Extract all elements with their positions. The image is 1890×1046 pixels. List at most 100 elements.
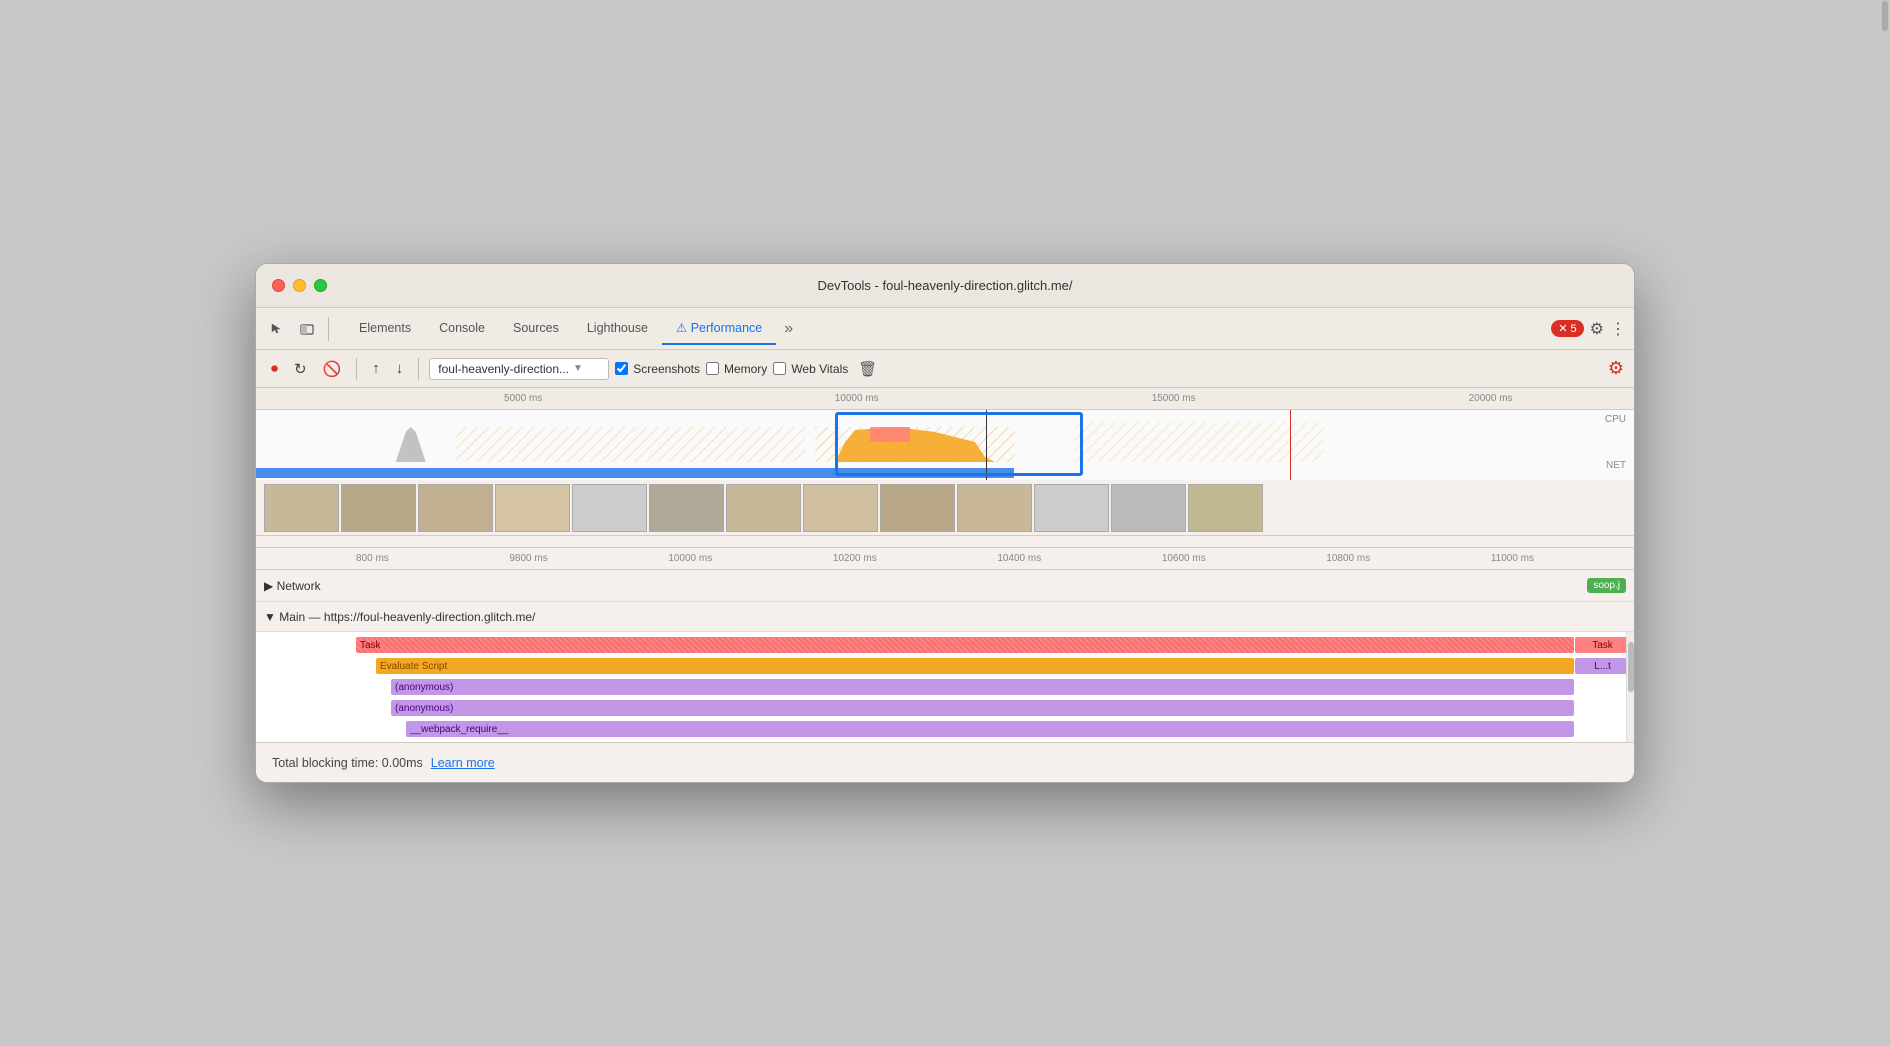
window-title: DevTools - foul-heavenly-direction.glitc… bbox=[817, 278, 1072, 293]
memory-toggle[interactable]: Memory bbox=[706, 362, 767, 376]
screenshot-thumb-13[interactable] bbox=[1188, 484, 1263, 532]
time-mark-5000: 5000 ms bbox=[504, 393, 542, 404]
minimize-button[interactable] bbox=[293, 279, 306, 292]
tab-navigation: Elements Console Sources Lighthouse ⚠ Pe… bbox=[337, 312, 1547, 345]
time-mark-15000: 15000 ms bbox=[1152, 393, 1196, 404]
flame-entry-task[interactable]: Task bbox=[356, 637, 1574, 653]
main-content: 5000 ms 10000 ms 15000 ms 20000 ms CPU bbox=[256, 388, 1634, 782]
network-right-pill: soop.j bbox=[1587, 578, 1626, 593]
mark-10400: 10400 ms bbox=[997, 553, 1041, 564]
memory-checkbox[interactable] bbox=[706, 362, 719, 375]
flame-entry-evaluate-right[interactable]: L...t bbox=[1575, 658, 1630, 674]
flame-row-evaluate: Evaluate Script L...t bbox=[256, 656, 1634, 676]
tab-elements[interactable]: Elements bbox=[345, 313, 425, 345]
dock-button[interactable] bbox=[294, 318, 320, 340]
time-mark-10000: 10000 ms bbox=[835, 393, 879, 404]
error-badge[interactable]: ✕ 5 bbox=[1551, 320, 1583, 337]
cpu-area: CPU bbox=[256, 410, 1634, 480]
mark-11000: 11000 ms bbox=[1491, 553, 1534, 564]
screenshot-thumb-4[interactable] bbox=[495, 484, 570, 532]
more-tabs-button[interactable]: » bbox=[776, 316, 801, 342]
net-label: NET bbox=[1606, 460, 1626, 471]
screenshot-thumb-1[interactable] bbox=[264, 484, 339, 532]
ruler-marks: 800 ms 9800 ms 10000 ms 10200 ms 10400 m… bbox=[356, 553, 1534, 564]
perf-settings-button[interactable]: ⚙ bbox=[1608, 358, 1624, 379]
cpu-waveform bbox=[256, 422, 1634, 462]
more-options-button[interactable]: ⋮ bbox=[1610, 319, 1626, 339]
cursor-tool-button[interactable] bbox=[264, 318, 290, 340]
mark-10800: 10800 ms bbox=[1326, 553, 1370, 564]
web-vitals-toggle[interactable]: Web Vitals bbox=[773, 362, 848, 376]
download-button[interactable]: ↓ bbox=[391, 357, 409, 380]
screenshot-thumb-2[interactable] bbox=[341, 484, 416, 532]
network-row[interactable]: ▶ Network soop.j bbox=[256, 570, 1634, 602]
mark-800: 800 ms bbox=[356, 553, 389, 564]
flame-entry-evaluate[interactable]: Evaluate Script bbox=[376, 658, 1574, 674]
net-bar bbox=[256, 468, 1014, 478]
screenshot-thumb-6[interactable] bbox=[649, 484, 724, 532]
screenshot-thumb-12[interactable] bbox=[1111, 484, 1186, 532]
delete-button[interactable]: 🗑 bbox=[858, 360, 877, 378]
screenshots-label: Screenshots bbox=[633, 362, 700, 376]
flame-row-anon1: (anonymous) bbox=[256, 677, 1634, 697]
memory-label: Memory bbox=[724, 362, 767, 376]
settings-button[interactable]: ⚙ bbox=[1590, 319, 1604, 339]
screenshot-thumb-11[interactable] bbox=[1034, 484, 1109, 532]
traffic-lights bbox=[272, 279, 327, 292]
screenshot-thumb-10[interactable] bbox=[957, 484, 1032, 532]
screenshot-thumb-5[interactable] bbox=[572, 484, 647, 532]
flamechart-area: 800 ms 9800 ms 10000 ms 10200 ms 10400 m… bbox=[256, 548, 1634, 742]
screenshot-thumb-7[interactable] bbox=[726, 484, 801, 532]
screenshot-thumb-9[interactable] bbox=[880, 484, 955, 532]
close-button[interactable] bbox=[272, 279, 285, 292]
mark-9800: 9800 ms bbox=[509, 553, 547, 564]
tab-lighthouse[interactable]: Lighthouse bbox=[573, 313, 662, 345]
dropdown-arrow-icon: ▼ bbox=[573, 363, 583, 374]
flame-row-anon2: (anonymous) bbox=[256, 698, 1634, 718]
web-vitals-label: Web Vitals bbox=[791, 362, 848, 376]
learn-more-link[interactable]: Learn more bbox=[431, 756, 495, 770]
screenshots-row bbox=[256, 480, 1634, 536]
main-thread-label: ▼ Main — https://foul-heavenly-direction… bbox=[264, 610, 535, 624]
timeline-overview[interactable]: 5000 ms 10000 ms 15000 ms 20000 ms CPU bbox=[256, 388, 1634, 548]
screenshots-toggle[interactable]: Screenshots bbox=[615, 362, 700, 376]
perf-separator-2 bbox=[418, 358, 419, 380]
tab-sources[interactable]: Sources bbox=[499, 313, 573, 345]
time-mark-20000: 20000 ms bbox=[1469, 393, 1513, 404]
web-vitals-checkbox[interactable] bbox=[773, 362, 786, 375]
upload-button[interactable]: ↑ bbox=[367, 357, 385, 380]
flame-row-task: Task Task bbox=[256, 635, 1634, 655]
title-bar: DevTools - foul-heavenly-direction.glitc… bbox=[256, 264, 1634, 308]
flame-rows-container: Task Task Evaluate Script L...t bbox=[256, 632, 1634, 742]
status-bar: Total blocking time: 0.00ms Learn more bbox=[256, 742, 1634, 782]
network-label: ▶ Network bbox=[264, 579, 321, 593]
blocking-time-text: Total blocking time: 0.00ms bbox=[272, 756, 423, 770]
error-count: 5 bbox=[1571, 323, 1577, 335]
mark-10600: 10600 ms bbox=[1162, 553, 1206, 564]
tab-performance[interactable]: ⚠ Performance bbox=[662, 312, 776, 345]
flame-entry-anon2[interactable]: (anonymous) bbox=[391, 700, 1574, 716]
performance-toolbar: ⏺ ↻ 🚫 ↑ ↓ foul-heavenly-direction... ▼ S… bbox=[256, 350, 1634, 388]
screenshot-thumb-3[interactable] bbox=[418, 484, 493, 532]
maximize-button[interactable] bbox=[314, 279, 327, 292]
mark-10200: 10200 ms bbox=[833, 553, 877, 564]
tab-toolbar: Elements Console Sources Lighthouse ⚠ Pe… bbox=[256, 308, 1634, 350]
toolbar-separator bbox=[328, 317, 329, 341]
top-time-ruler: 5000 ms 10000 ms 15000 ms 20000 ms bbox=[256, 388, 1634, 410]
flame-entry-webpack[interactable]: __webpack_require__ bbox=[406, 721, 1574, 737]
screenshots-checkbox[interactable] bbox=[615, 362, 628, 375]
flame-entry-task-right[interactable]: Task bbox=[1575, 637, 1630, 653]
reload-record-button[interactable]: ↻ bbox=[289, 357, 312, 381]
vertical-scrollbar[interactable] bbox=[1626, 632, 1634, 742]
mark-10000: 10000 ms bbox=[668, 553, 712, 564]
flame-entry-anon1[interactable]: (anonymous) bbox=[391, 679, 1574, 695]
clear-button[interactable]: 🚫 bbox=[318, 357, 347, 381]
main-thread-header: ▼ Main — https://foul-heavenly-direction… bbox=[256, 602, 1634, 632]
url-selector[interactable]: foul-heavenly-direction... ▼ bbox=[429, 358, 609, 380]
flame-row-webpack: __webpack_require__ bbox=[256, 719, 1634, 739]
tab-console[interactable]: Console bbox=[425, 313, 499, 345]
record-button[interactable]: ⏺ bbox=[266, 357, 283, 380]
scrollbar-handle[interactable] bbox=[1628, 642, 1634, 692]
screenshot-thumb-8[interactable] bbox=[803, 484, 878, 532]
error-x: ✕ bbox=[1558, 322, 1567, 335]
